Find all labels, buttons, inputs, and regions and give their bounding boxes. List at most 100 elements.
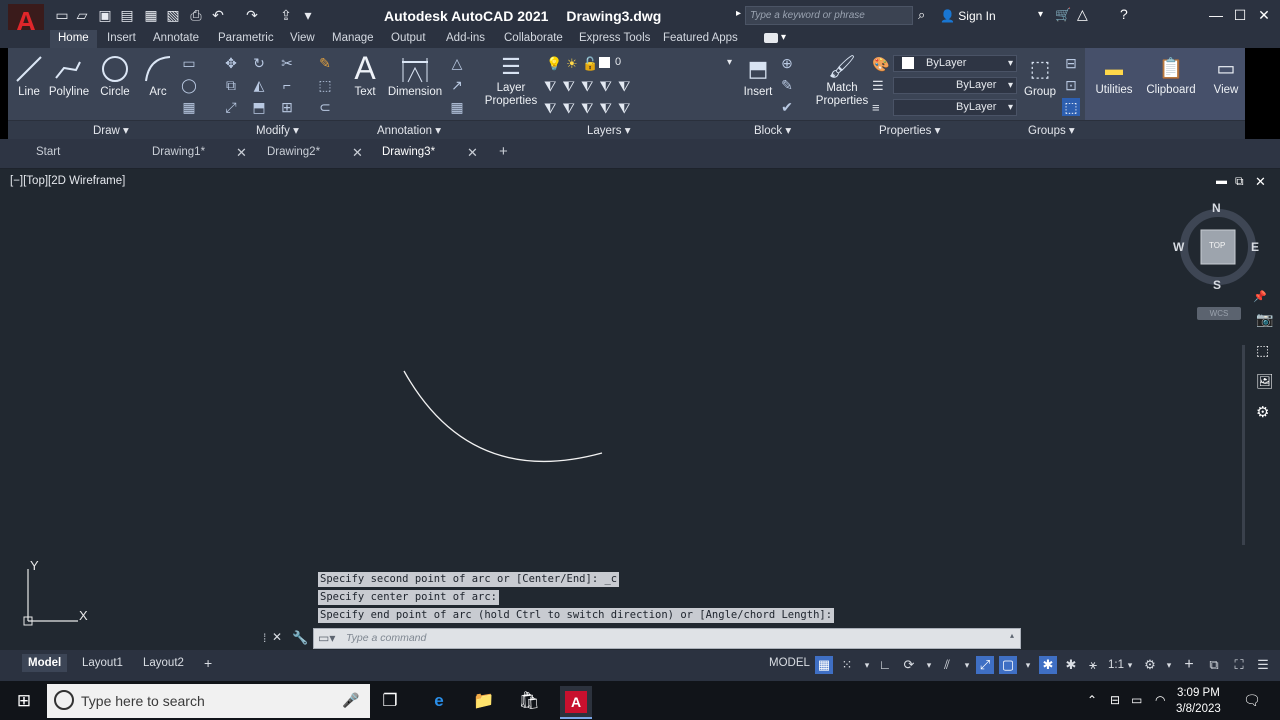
groups-panel-title[interactable]: Groups ▾ <box>1028 123 1075 137</box>
close-drawing1-icon[interactable]: ✕ <box>236 145 247 161</box>
circle-button[interactable]: Circle <box>98 54 132 98</box>
fullscreen-icon[interactable]: ⛶ <box>1230 656 1248 674</box>
modify-panel-title[interactable]: Modify ▾ <box>256 123 299 137</box>
stretch-icon[interactable]: ⤢ <box>222 98 240 116</box>
object-snap-icon[interactable]: ▢ <box>999 656 1017 674</box>
tab-view[interactable]: View <box>282 30 323 48</box>
pan-icon[interactable]: 🖼 <box>1256 373 1274 390</box>
new-tab-icon[interactable]: + <box>499 143 508 160</box>
ellipse-icon[interactable]: ◯ <box>180 76 198 94</box>
scale-dropdown-icon[interactable]: ▾ <box>1121 656 1139 674</box>
web-mobile-icon[interactable]: ▦ <box>143 7 159 23</box>
tab-insert[interactable]: Insert <box>99 30 144 48</box>
tab-collaborate[interactable]: Collaborate <box>496 30 571 48</box>
tab-featured-apps[interactable]: Featured Apps <box>655 30 746 48</box>
plot-icon[interactable]: ⎙ <box>188 7 204 23</box>
copy-icon[interactable]: ⧉ <box>222 76 240 94</box>
fillet-icon[interactable]: ⌐ <box>278 76 296 94</box>
grid-icon[interactable]: ▦ <box>815 656 833 674</box>
layer-tools-row-2-icon[interactable]: ⧨⧨⧨⧨⧨ <box>544 100 636 117</box>
multileader-icon[interactable]: ↗ <box>448 76 466 94</box>
block-panel-title[interactable]: Block ▾ <box>754 123 791 137</box>
sign-in-button[interactable]: 👤 Sign In <box>940 9 996 23</box>
annotation-visibility-icon[interactable]: ✱ <box>1039 656 1057 674</box>
layer-thaw-icon[interactable]: ☀ <box>566 56 578 72</box>
close-drawing3-icon[interactable]: ✕ <box>467 145 478 161</box>
line-button[interactable]: Line <box>14 54 44 98</box>
polyline-button[interactable]: Polyline <box>47 54 91 98</box>
tab-output[interactable]: Output <box>383 30 434 48</box>
arc-button[interactable]: Arc <box>143 54 173 98</box>
rectangle-icon[interactable]: ▭ <box>180 54 198 72</box>
save-web-icon[interactable]: ▧ <box>165 7 181 23</box>
navbar-pin-icon[interactable]: 📌 <box>1253 290 1267 303</box>
steering-wheel-icon[interactable]: ⬚ <box>1256 342 1269 359</box>
mirror-icon[interactable]: ◭ <box>250 76 268 94</box>
isodraft-icon[interactable]: ⫽ <box>938 656 956 674</box>
viewcube-top-label[interactable]: TOP <box>1209 241 1225 250</box>
tab-parametric[interactable]: Parametric <box>210 30 282 48</box>
layers-panel-title[interactable]: Layers ▾ <box>587 123 631 137</box>
osnap-dropdown-icon[interactable]: ▾ <box>1019 656 1037 674</box>
clipboard-button[interactable]: 📋 Clipboard <box>1144 56 1198 96</box>
autodesk-app-store-icon[interactable]: 🛒 <box>1055 7 1071 23</box>
offset-icon[interactable]: ⊂ <box>316 98 334 116</box>
camera-icon[interactable]: 📷 <box>1256 311 1273 328</box>
edit-block-icon[interactable]: ✎ <box>778 76 796 94</box>
layer-properties-button[interactable]: ☰ Layer Properties <box>484 54 538 108</box>
microphone-icon[interactable]: 🎤 <box>342 692 359 709</box>
command-customize-icon[interactable]: 🔧 <box>292 630 308 646</box>
polar-dropdown-icon[interactable]: ▾ <box>920 656 938 674</box>
file-tab-start[interactable]: Start <box>36 146 60 158</box>
scale-icon[interactable]: ⬒ <box>250 98 268 116</box>
annotation-monitor-icon[interactable]: + <box>1180 656 1198 674</box>
compass-north[interactable]: N <box>1212 201 1221 215</box>
layout-tab-layout2[interactable]: Layout2 <box>137 654 190 672</box>
wcs-menu[interactable]: WCS <box>1197 307 1241 320</box>
color-wheel-icon[interactable]: 🎨 <box>872 56 889 73</box>
minimize-icon[interactable]: — <box>1206 6 1226 24</box>
explode-icon[interactable]: ⬚ <box>316 76 334 94</box>
table-icon[interactable]: ▦ <box>448 98 466 116</box>
polar-icon[interactable]: ⟳ <box>900 656 918 674</box>
lineweight-dropdown[interactable]: ByLayer <box>893 99 1017 116</box>
layer-dropdown[interactable]: 0 <box>597 55 735 72</box>
command-close-icon[interactable]: ✕ <box>272 630 282 644</box>
add-layout-icon[interactable]: + <box>198 654 218 672</box>
maximize-icon[interactable]: ☐ <box>1230 6 1250 24</box>
dimension-button[interactable]: Dimension <box>386 54 444 98</box>
taskbar-search-input[interactable]: Type here to search <box>47 684 370 718</box>
tab-home[interactable]: Home <box>50 30 97 48</box>
array-icon[interactable]: ⊞ <box>278 98 296 116</box>
save-as-icon[interactable]: ▤ <box>119 7 135 23</box>
file-tab-drawing2[interactable]: Drawing2* <box>267 146 320 158</box>
properties-panel-title[interactable]: Properties ▾ <box>879 123 940 137</box>
command-history-toggle-icon[interactable]: ▴ <box>1010 631 1014 640</box>
close-drawing2-icon[interactable]: ✕ <box>352 145 363 161</box>
workspace-gear-icon[interactable]: ⚙ <box>1141 656 1159 674</box>
command-line-grip-icon[interactable]: ⁞ <box>263 631 266 645</box>
utilities-button[interactable]: ▬ Utilities <box>1090 56 1138 96</box>
hatch-icon[interactable]: ▦ <box>180 98 198 116</box>
group-button[interactable]: ⬚ Group <box>1022 54 1058 98</box>
block-attribute-icon[interactable]: ✔ <box>778 98 796 116</box>
create-block-icon[interactable]: ⊕ <box>778 54 796 72</box>
tab-manage[interactable]: Manage <box>324 30 382 48</box>
a360-icon[interactable]: △ <box>1077 6 1088 23</box>
snap-dropdown-icon[interactable]: ▾ <box>858 656 876 674</box>
layer-tools-row-1-icon[interactable]: ⧨⧨⧨⧨⧨ <box>544 78 636 95</box>
open-file-icon[interactable]: ▱ <box>74 7 90 23</box>
tab-add-ins[interactable]: Add-ins <box>438 30 493 48</box>
quick-access-dropdown-icon[interactable]: ▾ <box>300 7 316 23</box>
taskbar-clock[interactable]: 3:09 PM 3/8/2023 <box>1176 685 1221 717</box>
tray-chevron-icon[interactable]: ⌃ <box>1087 693 1097 707</box>
ribbon-toggle-icon[interactable] <box>764 33 778 43</box>
annotation-panel-title[interactable]: Annotation ▾ <box>377 123 441 137</box>
annotation-scale-icon[interactable]: ⚹ <box>1084 656 1102 674</box>
leader-icon[interactable]: △ <box>448 54 466 72</box>
tray-network-icon[interactable]: ⊟ <box>1110 693 1120 707</box>
match-properties-button[interactable]: 🖌 Match Properties <box>814 54 870 108</box>
taskbar-autocad-button[interactable]: A <box>560 686 592 719</box>
layer-unlock-icon[interactable]: 🔓 <box>582 56 598 72</box>
tab-annotate[interactable]: Annotate <box>145 30 207 48</box>
